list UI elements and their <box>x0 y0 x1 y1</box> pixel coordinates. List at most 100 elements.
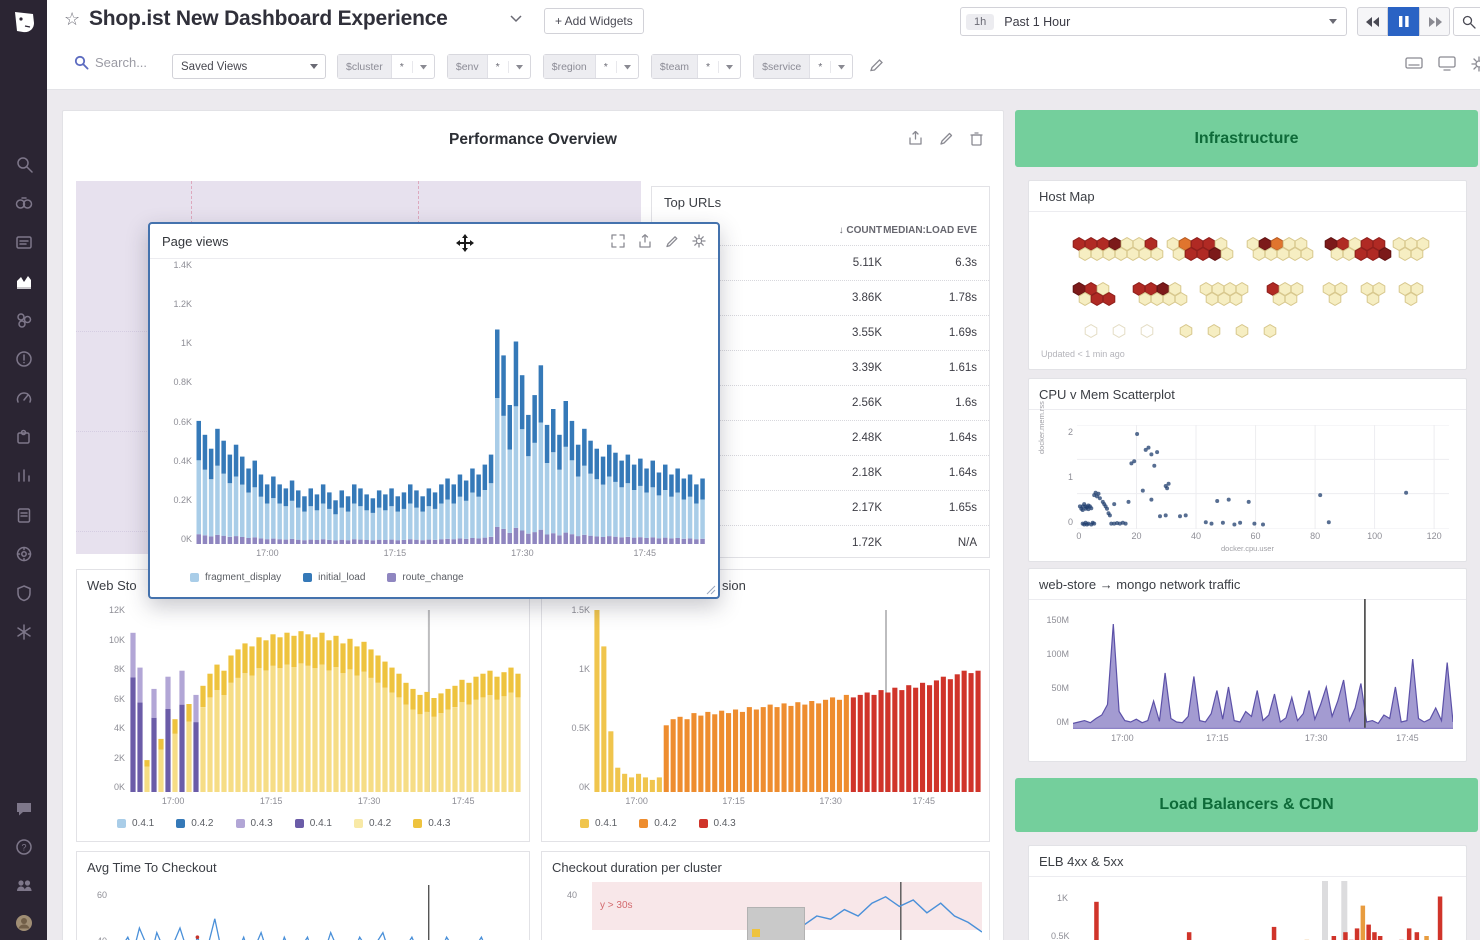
x-tick: 40 <box>1191 531 1201 541</box>
sidebar-item-teams[interactable] <box>15 876 33 894</box>
dashboard-toolbar: Search... Saved Views $cluster* $env* $reg… <box>47 42 1480 90</box>
cell-count: 2.48K <box>782 432 882 444</box>
time-backward-button[interactable] <box>1357 7 1388 36</box>
time-forward-button[interactable] <box>1419 7 1450 36</box>
edit-variables-pencil-icon[interactable] <box>869 57 885 73</box>
widget-title: Page views <box>162 234 228 249</box>
legend-label: initial_load <box>318 572 365 583</box>
search-input[interactable]: Search... <box>74 55 147 70</box>
sidebar-item-avatar[interactable] <box>15 914 33 932</box>
host-map-hexagons[interactable] <box>1029 209 1466 367</box>
y-tick: 10K <box>109 635 125 645</box>
template-variable-service[interactable]: $service* <box>753 54 853 79</box>
elb-bar-chart[interactable] <box>1073 881 1459 940</box>
legend-item[interactable]: 0.4.2 <box>176 818 213 829</box>
page-views-bar-chart[interactable] <box>196 266 706 544</box>
legend-item[interactable]: 0.4.1 <box>295 818 332 829</box>
legend-item[interactable]: 0.4.1 <box>117 818 154 829</box>
legend-item[interactable]: 0.4.3 <box>413 818 450 829</box>
legend-item[interactable]: 0.4.1 <box>580 818 617 829</box>
sidebar-item-logs[interactable] <box>15 506 33 524</box>
gear-icon[interactable] <box>1471 56 1480 72</box>
sidebar-item-integrations[interactable] <box>15 428 33 446</box>
template-variable-env[interactable]: $env* <box>447 54 531 79</box>
sidebar-item-events[interactable] <box>15 233 33 251</box>
sidebar-item-apm[interactable] <box>15 467 33 485</box>
legend-swatch <box>354 819 363 828</box>
page-views-floating-widget[interactable]: Page views 1.4K1.2K1K0.8K0.6K0.4K0.2K0K … <box>148 222 720 599</box>
panel-actions <box>908 131 983 146</box>
x-tick: 17:00 <box>256 548 279 558</box>
x-tick: 120 <box>1427 531 1442 541</box>
divider <box>1029 409 1466 410</box>
version-bar-chart[interactable] <box>594 610 982 792</box>
legend-item[interactable]: 0.4.2 <box>639 818 676 829</box>
caret-down-icon <box>1328 18 1338 25</box>
sidebar-item-watchdog[interactable] <box>15 194 33 212</box>
expand-icon[interactable] <box>611 234 625 248</box>
datadog-logo[interactable] <box>9 7 39 37</box>
add-widgets-button[interactable]: + Add Widgets <box>544 8 644 34</box>
sidebar-item-security[interactable] <box>15 584 33 602</box>
legend-item[interactable]: 0.4.3 <box>236 818 273 829</box>
mongo-traffic-widget: web-store → mongo network traffic 150M10… <box>1028 568 1467 762</box>
y-tick: 0.2K <box>173 495 192 505</box>
fullscreen-search-button[interactable] <box>1453 7 1480 36</box>
legend-item[interactable]: 0.4.3 <box>699 818 736 829</box>
legend-swatch <box>303 573 312 582</box>
y-tick: 2 <box>1068 427 1073 437</box>
sidebar-item-infrastructure[interactable] <box>15 311 33 329</box>
web-store-bar-chart[interactable] <box>130 610 522 792</box>
y-tick: 2K <box>114 753 125 763</box>
time-range-picker[interactable]: 1h Past 1 Hour <box>960 7 1347 36</box>
favorite-star-icon[interactable]: ☆ <box>64 9 80 30</box>
cell-median: 1.64s <box>882 432 989 444</box>
sidebar-item-metrics[interactable] <box>15 389 33 407</box>
legend-item[interactable]: initial_load <box>303 572 365 583</box>
sidebar-item-chat[interactable] <box>15 800 33 818</box>
sidebar-item-help[interactable]: ? <box>15 838 33 856</box>
x-tick: 17:15 <box>1206 733 1229 743</box>
widget-title: Checkout duration per cluster <box>552 860 722 875</box>
template-variable-region[interactable]: $region* <box>543 54 639 79</box>
sidebar-item-synthetics[interactable] <box>15 545 33 563</box>
load-balancers-section-header: Load Balancers & CDN <box>1015 778 1478 832</box>
legend-item[interactable]: fragment_display <box>190 572 281 583</box>
version-chart-widget: sion 1.5K1K0.5K0K 17:0017:1517:3017:45 0… <box>541 569 990 842</box>
column-header-median[interactable]: MEDIAN:LOAD EVE <box>882 225 989 236</box>
legend-item[interactable]: route_change <box>387 572 463 583</box>
column-header-count[interactable]: ↓ COUNT <box>782 225 882 236</box>
mongo-area-chart[interactable] <box>1073 599 1453 729</box>
chevron-down-icon[interactable] <box>509 14 523 24</box>
caret-down-icon <box>509 64 530 70</box>
sidebar-item-notebooks[interactable] <box>15 623 33 641</box>
sidebar-item-monitors[interactable] <box>15 350 33 368</box>
sidebar-item-search[interactable] <box>15 155 33 173</box>
keyboard-icon[interactable] <box>1405 56 1423 70</box>
template-variable-team[interactable]: $team* <box>651 54 741 79</box>
saved-views-dropdown[interactable]: Saved Views <box>172 54 326 79</box>
cell-median: 1.69s <box>882 327 989 339</box>
widget-title: ELB 4xx & 5xx <box>1039 854 1124 869</box>
pencil-icon[interactable] <box>939 131 954 146</box>
widget-header[interactable]: Page views <box>150 224 718 259</box>
gear-icon[interactable] <box>692 234 706 248</box>
scatterplot[interactable] <box>1077 425 1449 529</box>
updated-label: Updated < 1 min ago <box>1041 349 1125 359</box>
x-tick: 17:15 <box>384 548 407 558</box>
legend-item[interactable]: 0.4.2 <box>354 818 391 829</box>
share-icon[interactable] <box>908 131 923 146</box>
pause-button[interactable] <box>1388 7 1419 36</box>
avg-checkout-line-chart[interactable] <box>122 885 522 940</box>
pencil-icon[interactable] <box>665 234 679 248</box>
export-icon[interactable] <box>638 234 652 248</box>
trash-icon[interactable] <box>970 131 983 146</box>
template-variable-cluster[interactable]: $cluster* <box>337 54 435 79</box>
tv-screen-icon[interactable] <box>1438 56 1456 71</box>
section-title: Infrastructure <box>1194 130 1298 148</box>
sidebar-item-dashboards[interactable] <box>15 272 33 290</box>
resize-handle[interactable] <box>706 585 716 595</box>
caret-down-icon <box>719 64 740 70</box>
y-tick: 0K <box>114 782 125 792</box>
y-tick: 1K <box>579 664 590 674</box>
